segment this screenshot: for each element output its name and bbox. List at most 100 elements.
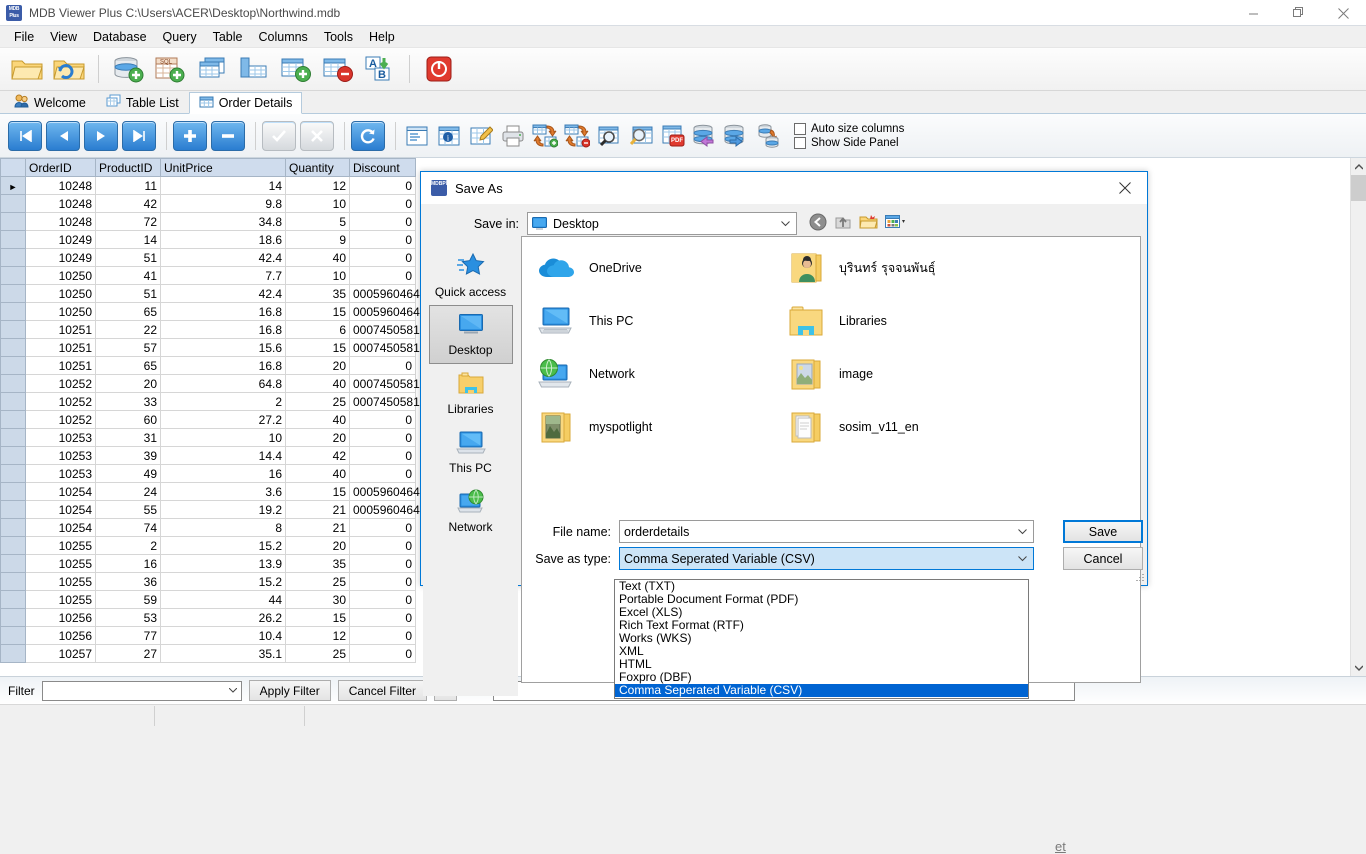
row-selector-cell[interactable] [1,357,26,375]
refresh-button[interactable] [351,121,385,151]
show-side-panel-option[interactable]: Show Side Panel [794,137,904,149]
chevron-down-icon[interactable] [1013,527,1031,537]
place-quick-access[interactable]: Quick access [429,246,513,305]
delete-table-icon[interactable] [319,50,357,88]
save-as-type-combo[interactable]: Comma Seperated Variable (CSV) [619,547,1034,570]
table-row[interactable]: 102545519.2210005960464 [1,501,416,519]
table-row[interactable]: 102567710.4120 [1,627,416,645]
table-list-icon[interactable] [193,50,231,88]
table-row[interactable]: 10252332250007450581 [1,393,416,411]
row-selector-cell[interactable] [1,339,26,357]
menu-file[interactable]: File [6,28,42,46]
export-pdf-icon[interactable]: PDF [658,120,688,152]
table-cell[interactable]: 20 [286,537,350,555]
table-cell[interactable]: 40 [286,249,350,267]
cancel-edit-button[interactable] [300,121,334,151]
table-cell[interactable]: 24 [96,483,161,501]
table-cell[interactable]: 15 [286,303,350,321]
row-selector-cell[interactable] [1,231,26,249]
open-database-icon[interactable] [8,50,46,88]
table-cell[interactable]: 39 [96,447,161,465]
dialog-close-button[interactable] [1102,172,1147,204]
table-cell[interactable]: 21 [286,519,350,537]
table-row[interactable]: 102491418.690 [1,231,416,249]
table-row[interactable]: 10254748210 [1,519,416,537]
cancel-button[interactable]: Cancel [1063,547,1143,570]
table-cell[interactable]: 15 [286,339,350,357]
table-cell[interactable]: 10248 [26,195,96,213]
table-cell[interactable]: 0 [350,213,416,231]
table-cell[interactable]: 0007450581 [350,321,416,339]
back-icon[interactable] [809,213,827,234]
table-cell[interactable]: 57 [96,339,161,357]
minimize-button[interactable] [1231,0,1276,26]
table-row[interactable]: 102526027.2400 [1,411,416,429]
table-cell[interactable]: 16 [96,555,161,573]
row-selector-cell[interactable] [1,555,26,573]
table-cell[interactable]: 42.4 [161,249,286,267]
table-cell[interactable]: 0005960464 [350,285,416,303]
import-data-icon[interactable] [530,120,560,152]
table-row[interactable]: 10254243.6150005960464 [1,483,416,501]
tab-order-details[interactable]: Order Details [189,92,303,114]
auto-size-columns-checkbox[interactable] [794,123,806,135]
table-cell[interactable]: 0005960464 [350,483,416,501]
row-selector-cell[interactable] [1,573,26,591]
search-icon[interactable] [626,120,656,152]
table-row[interactable]: 102553615.2250 [1,573,416,591]
row-selector-cell[interactable] [1,429,26,447]
table-cell[interactable]: 35 [286,285,350,303]
menu-query[interactable]: Query [155,28,205,46]
chevron-down-icon[interactable] [776,219,794,229]
table-cell[interactable]: 35.1 [161,645,286,663]
table-row[interactable]: 102565326.2150 [1,609,416,627]
row-selector-cell[interactable] [1,609,26,627]
column-header-unitprice[interactable]: UnitPrice [161,159,286,177]
table-cell[interactable]: 9.8 [161,195,286,213]
table-row[interactable]: 102495142.4400 [1,249,416,267]
place-this-pc[interactable]: This PC [429,423,513,482]
table-cell[interactable]: 0 [350,555,416,573]
table-cell[interactable]: 59 [96,591,161,609]
table-cell[interactable]: 49 [96,465,161,483]
export-data-icon[interactable] [562,120,592,152]
table-cell[interactable]: 0007450581 [350,375,416,393]
resize-grip-icon[interactable] [1134,572,1144,582]
new-database-icon[interactable] [109,50,147,88]
row-selector-cell[interactable] [1,501,26,519]
table-cell[interactable]: 10251 [26,339,96,357]
table-cell[interactable]: 40 [286,411,350,429]
table-cell[interactable]: 10256 [26,627,96,645]
table-cell[interactable]: 44 [161,591,286,609]
table-cell[interactable]: 11 [96,177,161,195]
list-item[interactable]: บุรินทร์ รุจจนพันธุ์ [786,247,1036,289]
table-row[interactable]: 102551613.9350 [1,555,416,573]
table-cell[interactable]: 0 [350,645,416,663]
table-cell[interactable]: 22 [96,321,161,339]
table-cell[interactable]: 15.6 [161,339,286,357]
table-cell[interactable]: 9 [286,231,350,249]
table-cell[interactable]: 10248 [26,213,96,231]
table-cell[interactable]: 77 [96,627,161,645]
table-row[interactable]: 10250417.7100 [1,267,416,285]
table-row[interactable]: 102533110200 [1,429,416,447]
place-desktop[interactable]: Desktop [429,305,513,364]
table-cell[interactable]: 10253 [26,465,96,483]
table-cell[interactable]: 10248 [26,177,96,195]
table-cell[interactable]: 10251 [26,357,96,375]
next-record-button[interactable] [84,121,118,151]
table-cell[interactable]: 16.8 [161,303,286,321]
table-cell[interactable]: 0 [350,411,416,429]
scroll-down-button[interactable] [1351,659,1366,676]
row-selector-cell[interactable] [1,645,26,663]
save-in-combo[interactable]: Desktop [527,212,797,235]
last-record-button[interactable] [122,121,156,151]
table-row[interactable]: 102512216.860007450581 [1,321,416,339]
table-cell[interactable]: 10254 [26,501,96,519]
table-cell[interactable]: 25 [286,645,350,663]
table-cell[interactable]: 0 [350,231,416,249]
reopen-database-icon[interactable] [50,50,88,88]
edit-table-icon[interactable] [466,120,496,152]
list-item[interactable]: This PC [536,300,786,342]
table-cell[interactable]: 10255 [26,573,96,591]
